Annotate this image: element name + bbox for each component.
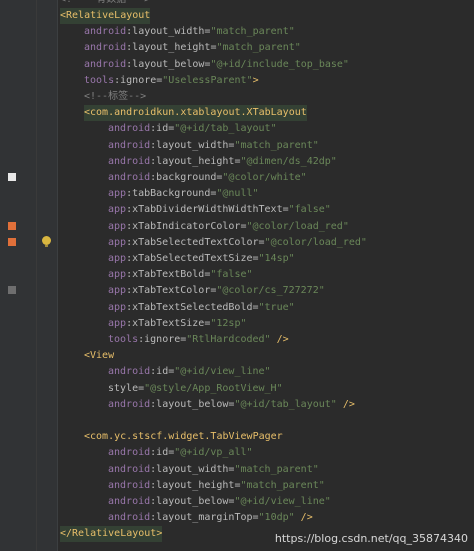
color-preview-orange-icon[interactable] — [8, 238, 16, 246]
code-line[interactable]: app:xTabIndicatorColor="@color/load_red" — [108, 219, 349, 235]
code-line[interactable]: app:xTabTextColor="@color/cs_727272" — [108, 283, 325, 299]
code-line[interactable]: android:layout_height="@dimen/ds_42dp" — [108, 154, 337, 170]
code-line[interactable]: android:layout_marginTop="10dp" /> — [108, 510, 313, 526]
code-line[interactable]: app:xTabTextSize="12sp" — [108, 316, 246, 332]
color-preview-orange-icon[interactable] — [8, 222, 16, 230]
code-line[interactable]: <com.yc.stscf.widget.TabViewPager — [84, 429, 283, 445]
code-line[interactable]: <RelativeLayout — [60, 8, 151, 24]
code-line[interactable]: android:layout_width="match_parent" — [108, 138, 319, 154]
code-line[interactable]: </RelativeLayout> — [60, 526, 163, 543]
lightbulb-icon[interactable] — [42, 236, 51, 247]
color-preview-white-icon[interactable] — [8, 173, 16, 181]
code-line[interactable]: android:id="@+id/tab_layout" — [108, 121, 277, 137]
code-line[interactable]: <!--标签--> — [84, 89, 146, 105]
code-line[interactable]: android:layout_width="match_parent" — [84, 24, 295, 40]
code-line[interactable]: app:xTabSelectedTextSize="14sp" — [108, 251, 295, 267]
watermark: https://blog.csdn.net/qq_35874340 — [274, 532, 468, 545]
code-line[interactable]: android:layout_height="match_parent" — [84, 40, 301, 56]
code-line[interactable]: app:xTabTextSelectedBold="true" — [108, 300, 295, 316]
code-line[interactable]: app:xTabDividerWidthWidthText="false" — [108, 202, 331, 218]
code-line[interactable]: tools:ignore="RtlHardcoded" /> — [108, 332, 289, 348]
code-line[interactable]: android:layout_below="@+id/view_line" — [108, 494, 331, 510]
code-line[interactable]: android:id="@+id/view_line" — [108, 364, 271, 380]
top-comment: <!-- 有数据 --> — [60, 0, 150, 8]
code-line[interactable]: <com.androidkun.xtablayout.XTabLayout — [84, 105, 307, 122]
code-line[interactable]: android:id="@+id/vp_all" — [108, 445, 253, 461]
code-line[interactable]: style="@style/App_RootView_H" — [108, 381, 283, 397]
color-preview-gray-icon[interactable] — [8, 286, 16, 294]
code-line[interactable]: android:layout_below="@+id/include_top_b… — [84, 57, 349, 73]
code-line[interactable]: app:xTabSelectedTextColor="@color/load_r… — [108, 235, 367, 251]
editor-gutter — [0, 0, 58, 551]
fold-guide — [36, 0, 37, 551]
code-editor[interactable]: <!-- 有数据 --> <RelativeLayoutandroid:layo… — [58, 0, 474, 551]
code-line[interactable]: android:layout_below="@+id/tab_layout" /… — [108, 397, 355, 413]
code-line[interactable]: <View — [84, 348, 114, 364]
code-line[interactable]: android:background="@color/white" — [108, 170, 307, 186]
code-line[interactable]: tools:ignore="UselessParent"> — [84, 73, 259, 89]
code-line[interactable]: app:tabBackground="@null" — [108, 186, 259, 202]
code-line[interactable]: app:xTabTextBold="false" — [108, 267, 253, 283]
code-line[interactable]: android:layout_width="match_parent" — [108, 462, 319, 478]
code-line[interactable]: android:layout_height="match_parent" — [108, 478, 325, 494]
